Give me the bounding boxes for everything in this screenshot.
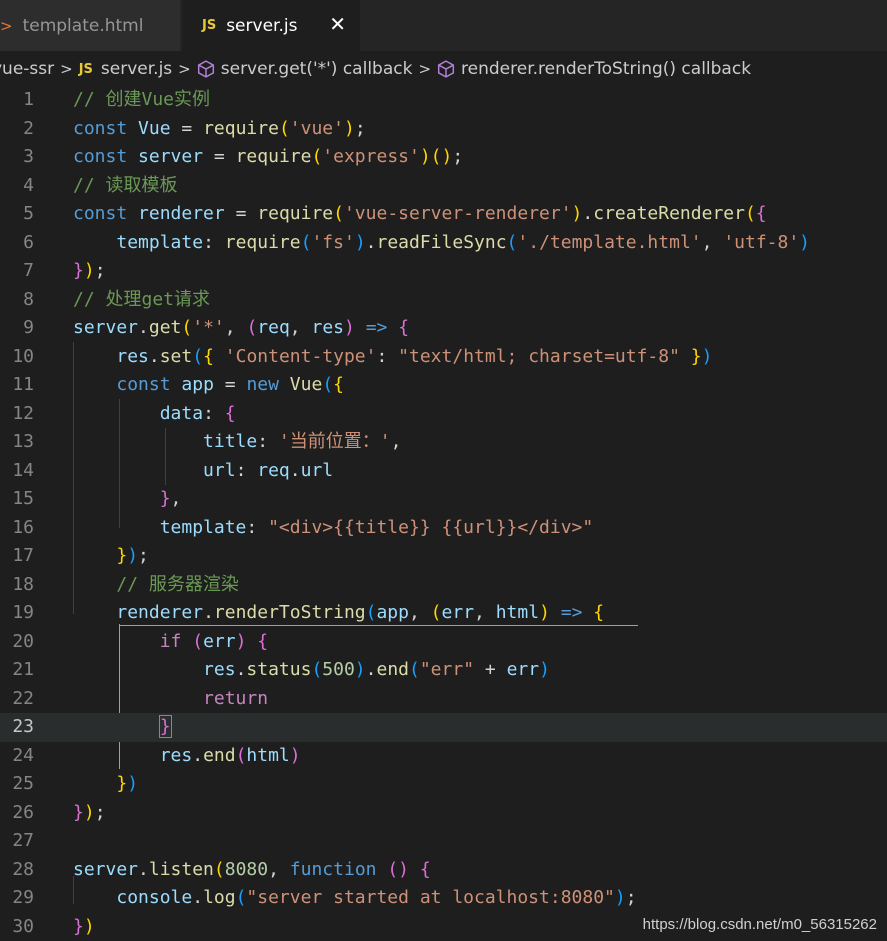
code-line: 29 console.log("server started at localh… [12, 887, 637, 908]
code-line: 1// 创建Vue实例 [23, 89, 211, 110]
chevron-right-icon: > [178, 60, 191, 78]
code-line: 25 }) [12, 773, 139, 794]
code-line: 4// 读取模板 [23, 174, 178, 196]
code-line: 16 template: "<div>{{title}} {{url}}</di… [12, 516, 594, 538]
chevron-right-icon: > [418, 60, 432, 78]
watermark: https://blog.csdn.net/m0_56315262 [642, 916, 877, 933]
breadcrumb-folder[interactable]: vue-ssr [0, 59, 54, 79]
code-line: 13 title: '当前位置：', [12, 431, 402, 452]
chevron-right-icon: > [60, 60, 73, 78]
code-line: 17 }); [12, 545, 149, 566]
code-editor[interactable]: 1// 创建Vue实例 2 const Vue = require('vue');… [0, 86, 887, 941]
code-line: 22 return [12, 687, 269, 709]
code-line: 28 server.listen(8080, function () { [12, 858, 431, 880]
code-line: 14 url: req.url [12, 459, 334, 481]
code-line: 7}); [23, 260, 106, 281]
tab-server-js[interactable]: JS server.js ✕ [182, 0, 360, 51]
code-line: 15 }, [12, 488, 182, 509]
breadcrumb-file[interactable]: server.js [101, 59, 172, 79]
method-cube-icon [197, 60, 214, 78]
method-cube-icon [437, 60, 455, 78]
code-line: 24 res.end(html) [12, 744, 301, 766]
code-line: 21 res.status(500).end("err" + err) [12, 659, 550, 680]
code-line: 18 // 服务器渲染 [12, 573, 239, 595]
tab-label: template.html [22, 15, 144, 36]
code-line: 27 [12, 830, 34, 851]
code-line: 26}); [12, 801, 106, 823]
code-line: 20 if (err) { [12, 630, 269, 652]
code-line: 2 const Vue = require('vue'); [23, 117, 366, 139]
code-line: 12 data: { [12, 402, 236, 424]
tab-label: server.js [226, 15, 298, 36]
code-line: 3 const server = require('express')(); [23, 146, 464, 167]
js-file-icon: JS [202, 18, 217, 33]
code-line: 8// 处理get请求 [23, 288, 211, 310]
code-line: 9 server.get('*', (req, res) => { [23, 317, 410, 338]
js-file-icon: JS [78, 61, 93, 77]
breadcrumb-symbol-render[interactable]: renderer.renderToString() callback [461, 59, 751, 79]
close-icon[interactable]: ✕ [329, 12, 346, 36]
current-code-line: 23 } [0, 713, 887, 742]
code-line: 11 const app = new Vue({ [12, 374, 344, 395]
html-file-icon: > [0, 16, 13, 35]
bracket-pair-guide [119, 625, 638, 626]
tab-template-html[interactable]: > template.html [0, 0, 180, 51]
breadcrumb-symbol-get[interactable]: server.get('*') callback [221, 59, 413, 79]
code-line: 6 template: require('fs').readFileSync('… [23, 231, 811, 253]
code-line: 5 const renderer = require('vue-server-re… [23, 203, 767, 224]
code-line: 19 renderer.renderToString(app, (err, ht… [12, 602, 605, 623]
breadcrumb: vue-ssr > JS server.js > server.get('*')… [0, 51, 887, 87]
code-line: 10 res.set({ 'Content-type': "text/html;… [12, 345, 713, 367]
tab-bar: > template.html JS server.js ✕ [0, 0, 887, 51]
